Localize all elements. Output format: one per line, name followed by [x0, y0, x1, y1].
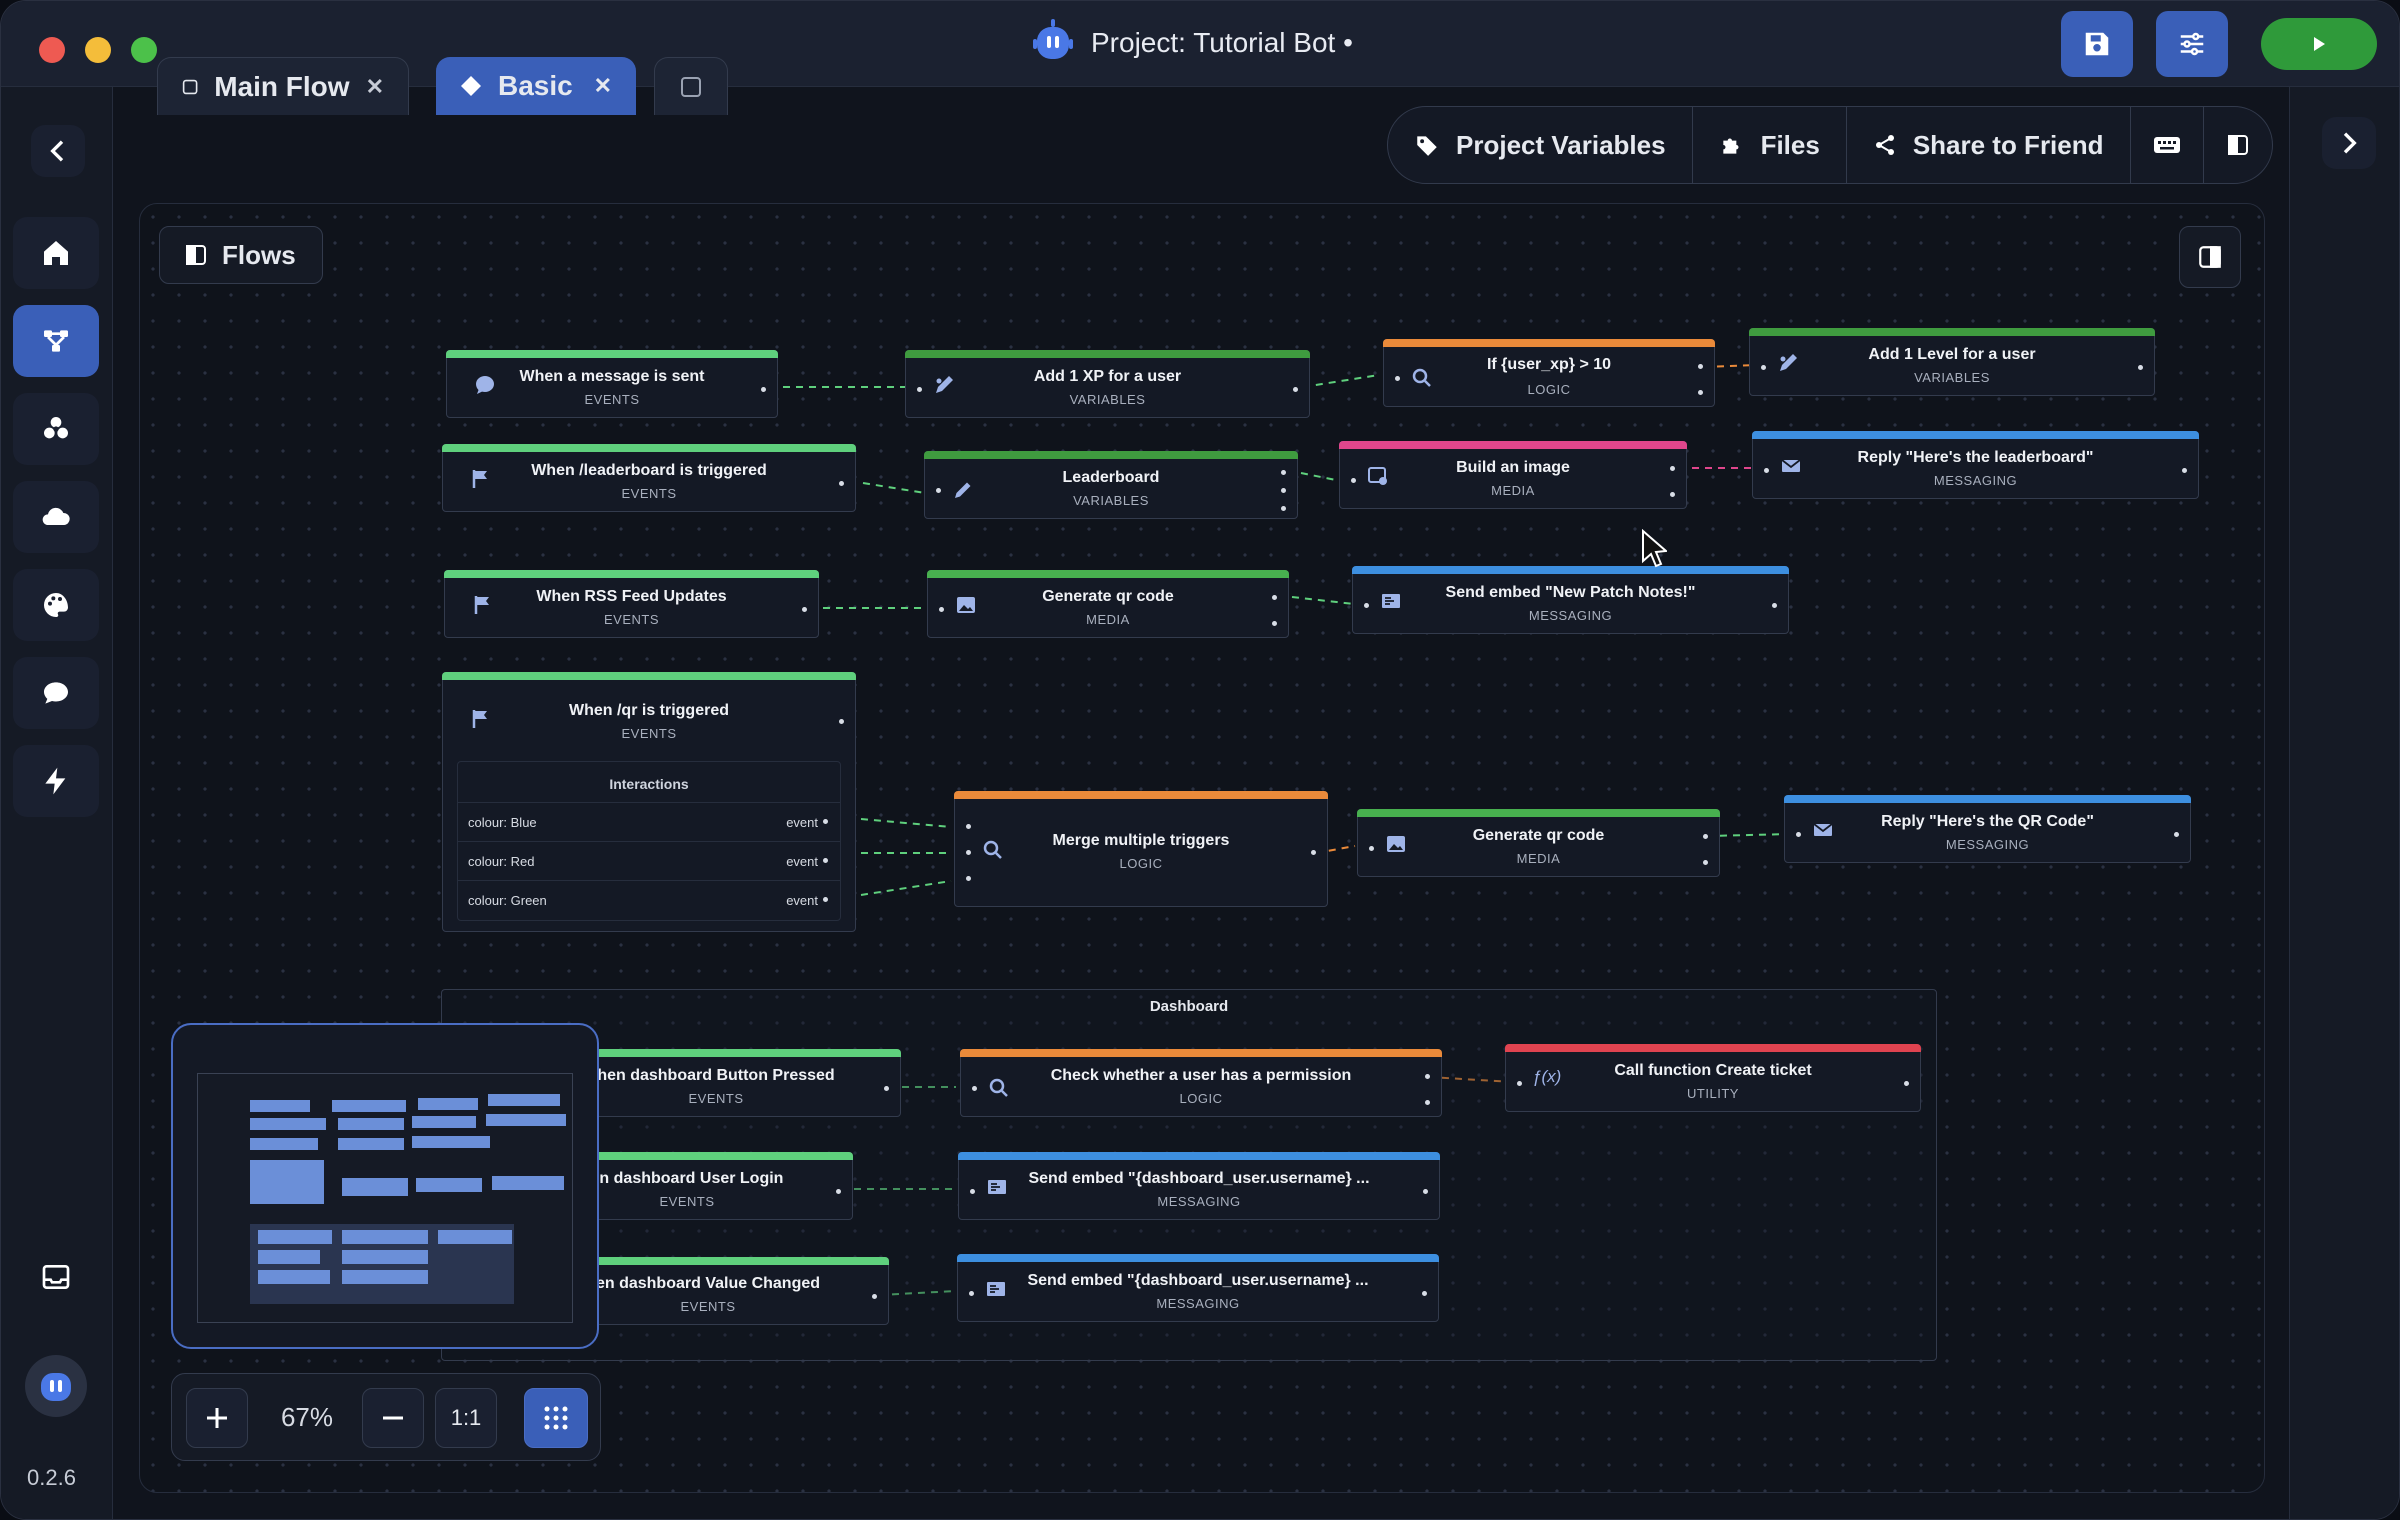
- plus-icon: [207, 1408, 227, 1428]
- zoom-controls: 67% 1:1: [171, 1373, 601, 1461]
- node-send-embed-patch-notes[interactable]: Send embed "New Patch Notes!" MESSAGING: [1352, 566, 1789, 634]
- zoom-out-button[interactable]: [362, 1388, 424, 1448]
- node-reply-leaderboard[interactable]: Reply "Here's the leaderboard" MESSAGING: [1752, 431, 2199, 499]
- node-check-permission[interactable]: Check whether a user has a permission LO…: [960, 1049, 1442, 1117]
- interaction-row: colour: Green event: [458, 880, 840, 918]
- node-add-xp[interactable]: Add 1 XP for a user VARIABLES: [905, 350, 1310, 418]
- zoom-level: 67%: [280, 1402, 334, 1432]
- reset-zoom-button[interactable]: 1:1: [435, 1388, 497, 1448]
- node-call-function-create-ticket[interactable]: ƒ(x) Call function Create ticket UTILITY: [1505, 1044, 1921, 1112]
- mouse-cursor-icon: [1642, 529, 1667, 568]
- app-window: Project: Tutorial Bot • 0.2.6 Main Flow …: [0, 0, 2400, 1520]
- node-generate-qr-1[interactable]: Generate qr code MEDIA: [927, 570, 1289, 638]
- node-send-embed-user-2[interactable]: Send embed "{dashboard_user.username} ..…: [957, 1254, 1439, 1322]
- node-reply-qr-code[interactable]: Reply "Here's the QR Code" MESSAGING: [1784, 795, 2191, 863]
- group-label: Dashboard: [1149, 998, 1229, 1015]
- node-when-qr-triggered[interactable]: When /qr is triggered EVENTS Interaction…: [442, 672, 856, 932]
- node-when-rss-updates[interactable]: When RSS Feed Updates EVENTS: [444, 570, 819, 638]
- node-if-user-xp[interactable]: If {user_xp} > 10 LOGIC: [1383, 339, 1715, 407]
- node-merge-triggers[interactable]: Merge multiple triggers LOGIC: [954, 791, 1328, 907]
- interaction-row: colour: Red event: [458, 841, 840, 879]
- node-build-image[interactable]: Build an image MEDIA: [1339, 441, 1687, 509]
- node-dashboard-button-pressed[interactable]: hen dashboard Button Pressed EVENTS: [561, 1049, 901, 1117]
- grid-dots-icon: [544, 1406, 568, 1430]
- minimap[interactable]: [171, 1023, 599, 1349]
- interaction-row: colour: Blue event: [458, 802, 840, 840]
- node-dashboard-value-changed[interactable]: en dashboard Value Changed EVENTS: [561, 1257, 889, 1325]
- node-generate-qr-2[interactable]: Generate qr code MEDIA: [1357, 809, 1720, 877]
- interactions-panel: Interactions colour: Blue event colour: R…: [457, 761, 841, 921]
- node-when-message-sent[interactable]: When a message is sent EVENTS: [446, 350, 778, 418]
- node-leaderboard-variable[interactable]: Leaderboard VARIABLES: [924, 451, 1298, 519]
- toggle-grid-button[interactable]: [524, 1388, 588, 1448]
- node-when-leaderboard-triggered[interactable]: When /leaderboard is triggered EVENTS: [442, 444, 856, 512]
- minus-icon: [383, 1416, 403, 1420]
- node-add-level[interactable]: Add 1 Level for a user VARIABLES: [1749, 328, 2155, 396]
- minimap-viewport[interactable]: [197, 1073, 573, 1323]
- node-dashboard-user-login[interactable]: en dashboard User Login EVENTS: [561, 1152, 853, 1220]
- zoom-in-button[interactable]: [186, 1388, 248, 1448]
- node-send-embed-user-1[interactable]: Send embed "{dashboard_user.username} ..…: [958, 1152, 1440, 1220]
